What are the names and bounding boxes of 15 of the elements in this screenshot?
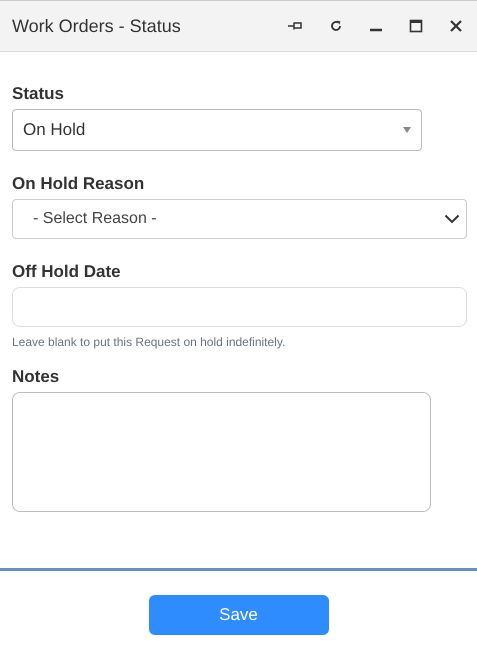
chevron-down-icon xyxy=(444,214,460,224)
notes-field[interactable] xyxy=(12,392,431,512)
caret-icon xyxy=(403,127,411,133)
field-label: Off Hold Date xyxy=(12,262,122,282)
field-label: On Hold Reason xyxy=(12,174,146,194)
refresh-icon[interactable] xyxy=(329,19,343,33)
help-text: Leave blank to put this Request on hold indefinitely. xyxy=(12,335,286,349)
date-field[interactable] xyxy=(12,287,467,327)
field-label: Status xyxy=(12,84,65,104)
window-title: Work Orders - Status xyxy=(12,16,181,36)
status-dropdown[interactable]: On Hold xyxy=(12,109,422,151)
field-label: Notes xyxy=(12,367,60,387)
close-icon[interactable] xyxy=(449,19,463,33)
reason-select[interactable]: - Select Reason - xyxy=(12,199,467,239)
maximize-icon[interactable] xyxy=(409,19,423,33)
